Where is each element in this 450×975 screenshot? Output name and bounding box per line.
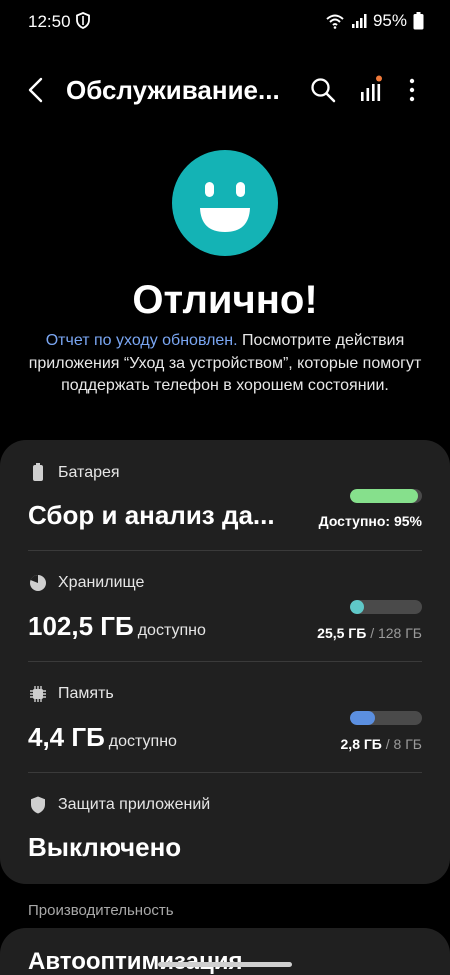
- battery-row-icon: [33, 463, 43, 481]
- battery-row[interactable]: Батарея Сбор и анализ да... Доступно: 95…: [0, 440, 450, 550]
- memory-bar: [350, 711, 422, 725]
- memory-chip-icon: [30, 686, 46, 702]
- storage-value: 102,5 ГБ доступно: [28, 611, 206, 642]
- care-report-link[interactable]: Отчет по уходу обновлен.: [46, 332, 238, 349]
- signal-icon: [351, 14, 367, 28]
- status-time: 12:50: [28, 12, 71, 31]
- memory-value: 4,4 ГБ доступно: [28, 722, 177, 753]
- smiley-face-icon: [172, 150, 278, 256]
- shield-icon: [31, 796, 45, 814]
- battery-value: Сбор и анализ да...: [28, 500, 275, 530]
- auto-optimization-card[interactable]: Автооптимизация: [0, 928, 450, 975]
- pie-chart-icon: [30, 574, 46, 591]
- battery-bar: [350, 489, 422, 503]
- battery-label: Батарея: [58, 464, 120, 481]
- notification-dot: [376, 75, 382, 82]
- app-protection-value: Выключено: [28, 832, 182, 862]
- status-bar: 12:50 95%: [0, 0, 450, 44]
- memory-row[interactable]: Память 4,4 ГБ доступно 2,8 ГБ / 8 ГБ: [0, 662, 450, 772]
- status-description: Отчет по уходу обновлен. Посмотрите дейс…: [24, 330, 426, 398]
- storage-usage: 25,5 ГБ / 128 ГБ: [317, 625, 422, 641]
- page-title: Обслуживание...: [66, 75, 280, 105]
- memory-bar-fill: [350, 711, 376, 725]
- storage-row[interactable]: Хранилище 102,5 ГБ доступно 25,5 ГБ / 128…: [0, 551, 450, 661]
- storage-used: 25,5 ГБ: [317, 625, 367, 641]
- memory-used: 2,8 ГБ: [340, 736, 382, 752]
- status-indicators: 95%: [325, 11, 424, 31]
- app-bar: Обслуживание...: [0, 62, 450, 118]
- home-indicator[interactable]: [158, 962, 292, 967]
- app-protection-row[interactable]: Защита приложений Выключено: [0, 773, 450, 884]
- battery-icon: [413, 12, 424, 30]
- shield-status-icon: [76, 12, 90, 29]
- section-header-performance: Производительность: [28, 902, 174, 919]
- storage-total: / 128 ГБ: [366, 625, 422, 641]
- wifi-icon: [326, 14, 344, 29]
- battery-available: Доступно: 95%: [318, 513, 422, 529]
- storage-label: Хранилище: [58, 574, 145, 591]
- app-protection-label: Защита приложений: [58, 796, 211, 813]
- back-icon[interactable]: [22, 74, 52, 106]
- memory-total: / 8 ГБ: [381, 736, 422, 752]
- search-icon[interactable]: [308, 75, 338, 105]
- storage-bar-fill: [350, 600, 365, 614]
- storage-amount: 102,5 ГБ: [28, 611, 134, 641]
- memory-label: Память: [58, 685, 114, 702]
- memory-usage: 2,8 ГБ / 8 ГБ: [341, 736, 422, 752]
- device-care-card: Батарея Сбор и анализ да... Доступно: 95…: [0, 440, 450, 884]
- storage-unit: доступно: [137, 622, 206, 639]
- stats-icon[interactable]: [356, 74, 386, 106]
- battery-bar-fill: [350, 489, 419, 503]
- more-options-icon[interactable]: [400, 75, 424, 105]
- memory-unit: доступно: [108, 733, 177, 750]
- storage-bar: [350, 600, 422, 614]
- status-heading: Отлично!: [132, 278, 318, 322]
- memory-amount: 4,4 ГБ: [28, 722, 105, 752]
- battery-percent: 95%: [372, 11, 407, 30]
